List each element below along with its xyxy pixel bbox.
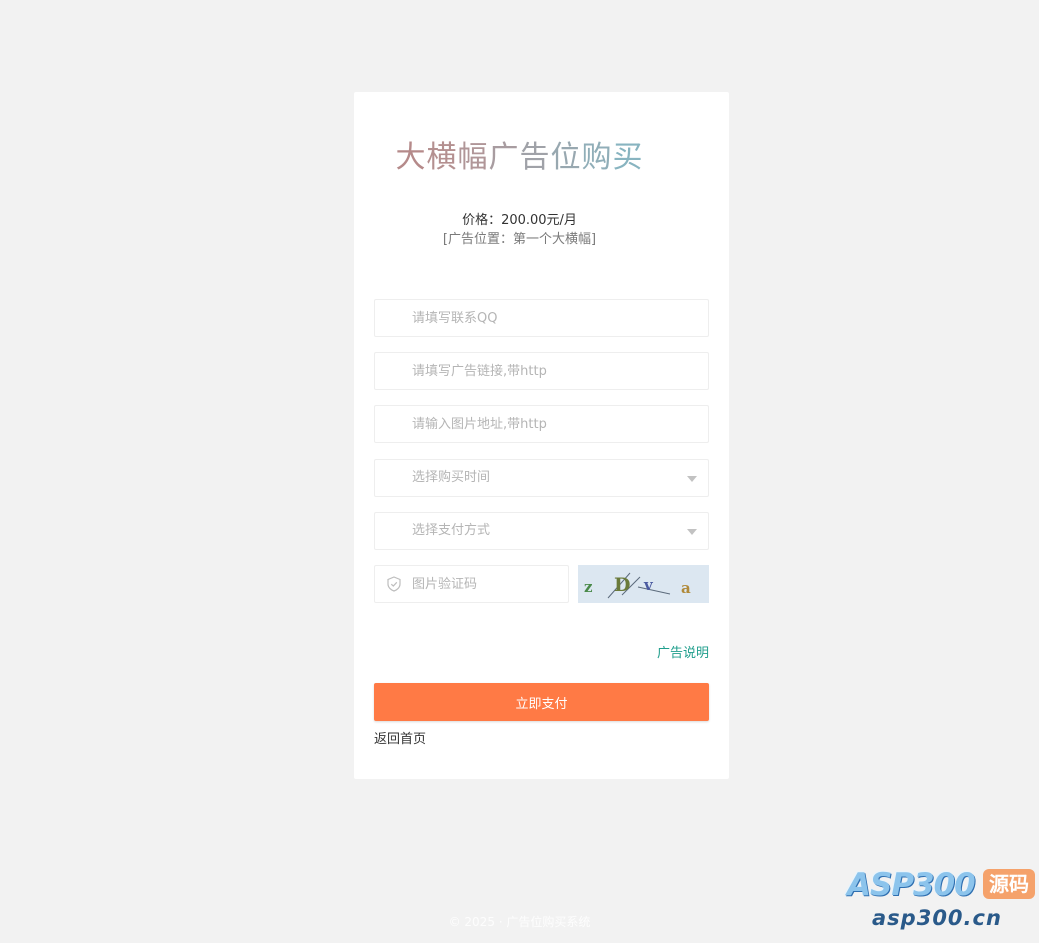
title-char: 购 [581, 140, 613, 175]
chevron-down-icon [687, 529, 697, 535]
watermark-url: asp300.cn [872, 906, 1002, 930]
price-text: 价格：200.00元/月 [462, 213, 577, 228]
title-char: 告 [519, 140, 551, 175]
title-char: 买 [612, 140, 644, 175]
qq-input[interactable] [412, 300, 692, 336]
captcha-graphic: z D v a [578, 565, 709, 603]
duration-select-placeholder: 选择购买时间 [412, 470, 491, 485]
title-char: 位 [550, 140, 582, 175]
ad-position-text: [广告位置：第一个大横幅] [442, 232, 597, 247]
svg-text:a: a [681, 579, 691, 597]
qq-field[interactable] [374, 299, 709, 337]
payment-method-select[interactable]: 选择支付方式 [374, 512, 709, 550]
chevron-down-icon [687, 476, 697, 482]
captcha-image[interactable]: z D v a [578, 565, 709, 603]
back-home-link[interactable]: 返回首页 [374, 731, 426, 749]
watermark-brand: ASP300 [847, 867, 976, 903]
captcha-input[interactable] [412, 566, 562, 602]
site-watermark: ASP300 源码 asp300.cn [845, 866, 1035, 936]
image-url-field[interactable] [374, 405, 709, 443]
captcha-field[interactable] [374, 565, 569, 603]
svg-text:z: z [584, 578, 593, 596]
ad-link-field[interactable] [374, 352, 709, 390]
svg-text:v: v [643, 576, 654, 594]
pay-now-button[interactable]: 立即支付 [374, 683, 709, 721]
page-title: 大横幅广告位购买 [0, 138, 1039, 178]
page: 大横幅广告位购买 价格：200.00元/月 [广告位置：第一个大横幅] 选择购买… [0, 0, 1039, 943]
watermark-badge: 源码 [983, 869, 1035, 899]
duration-select[interactable]: 选择购买时间 [374, 459, 709, 497]
title-char: 横 [426, 140, 458, 175]
ad-link-input[interactable] [412, 353, 692, 389]
shield-check-icon [387, 576, 401, 592]
title-char: 幅 [457, 140, 489, 175]
payment-select-placeholder: 选择支付方式 [412, 523, 491, 538]
title-char: 广 [488, 140, 520, 175]
ad-help-link[interactable]: 广告说明 [640, 645, 709, 663]
title-char: 大 [395, 140, 427, 175]
image-url-input[interactable] [412, 406, 692, 442]
svg-text:D: D [614, 574, 630, 596]
